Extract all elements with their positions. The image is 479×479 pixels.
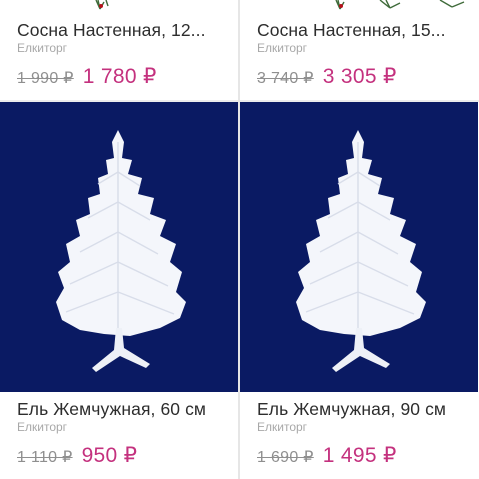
product-image[interactable]	[240, 102, 478, 392]
white-christmas-tree-image	[56, 130, 186, 372]
sale-price: 1 495 ₽	[322, 444, 397, 467]
price-row: 1 110 ₽ 950 ₽	[17, 443, 238, 468]
product-title[interactable]: Ель Жемчужная, 90 см	[257, 399, 478, 419]
product-vendor: Елкиторг	[257, 41, 308, 55]
price-row: 1 690 ₽ 1 495 ₽	[257, 443, 478, 468]
old-price: 1 690 ₽	[257, 449, 314, 466]
column-divider	[238, 0, 240, 479]
product-image[interactable]	[0, 0, 238, 14]
product-vendor: Елкиторг	[17, 41, 68, 55]
sale-price: 950 ₽	[81, 444, 138, 467]
product-info: Сосна Настенная, 12... Елкиторг 1 990 ₽ …	[0, 20, 238, 90]
product-card[interactable]: Ель Жемчужная, 60 см Елкиторг 1 110 ₽ 95…	[0, 102, 238, 479]
sale-price: 3 305 ₽	[322, 65, 397, 88]
product-card[interactable]: Ель Жемчужная, 90 см Елкиторг 1 690 ₽ 1 …	[240, 102, 478, 479]
product-image[interactable]	[240, 0, 478, 14]
price-row: 1 990 ₽ 1 780 ₽	[17, 64, 238, 89]
old-price: 1 990 ₽	[17, 70, 74, 87]
product-grid: Сосна Настенная, 12... Елкиторг 1 990 ₽ …	[0, 0, 479, 479]
white-christmas-tree-image	[296, 130, 426, 372]
price-row: 3 740 ₽ 3 305 ₽	[257, 64, 478, 89]
product-info: Ель Жемчужная, 90 см Елкиторг 1 690 ₽ 1 …	[240, 399, 478, 469]
product-info: Ель Жемчужная, 60 см Елкиторг 1 110 ₽ 95…	[0, 399, 238, 469]
product-title[interactable]: Сосна Настенная, 15...	[257, 20, 478, 40]
product-title[interactable]: Ель Жемчужная, 60 см	[17, 399, 238, 419]
product-vendor: Елкиторг	[17, 420, 68, 434]
product-card[interactable]: Сосна Настенная, 15... Елкиторг 3 740 ₽ …	[240, 0, 478, 100]
old-price: 3 740 ₽	[257, 70, 314, 87]
product-card[interactable]: Сосна Настенная, 12... Елкиторг 1 990 ₽ …	[0, 0, 238, 100]
product-image[interactable]	[0, 102, 238, 392]
product-vendor: Елкиторг	[257, 420, 308, 434]
product-title[interactable]: Сосна Настенная, 12...	[17, 20, 238, 40]
old-price: 1 110 ₽	[17, 449, 73, 466]
product-info: Сосна Настенная, 15... Елкиторг 3 740 ₽ …	[240, 20, 478, 90]
sale-price: 1 780 ₽	[82, 65, 157, 88]
